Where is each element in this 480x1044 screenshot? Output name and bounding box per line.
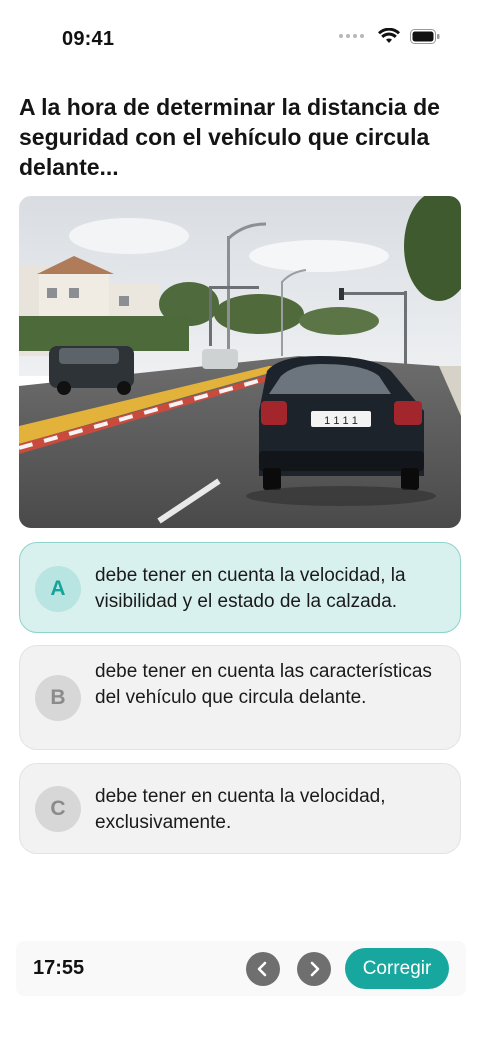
option-text-c: debe tener en cuenta la velocidad, exclu… — [95, 786, 386, 833]
license-plate: 1 1 1 1 — [324, 415, 358, 427]
status-time: 09:41 — [62, 28, 115, 50]
screen: 09:41 A la hora de determinar la distanc… — [0, 0, 480, 1044]
previous-button[interactable] — [246, 952, 280, 986]
signal-dots-icon — [339, 34, 364, 38]
chevron-left-icon — [257, 961, 267, 977]
status-bar: 09:41 — [0, 0, 480, 80]
wifi-icon — [378, 28, 400, 43]
question-image: 1 1 1 1 — [19, 196, 461, 528]
bottom-bar: 17:55 Corregir — [16, 941, 466, 996]
option-text-a: debe tener en cuenta la velocidad, la vi… — [95, 565, 406, 612]
status-icons — [339, 28, 440, 44]
option-text-b: debe tener en cuenta las características… — [95, 661, 432, 708]
correct-button[interactable]: Corregir — [345, 948, 449, 989]
option-letter-a: A — [35, 566, 81, 612]
next-button[interactable] — [297, 952, 331, 986]
question-text: A la hora de determinar la distancia de … — [19, 94, 440, 180]
battery-icon — [410, 28, 440, 44]
answer-option-b[interactable]: B debe tener en cuenta las característic… — [19, 645, 461, 750]
chevron-right-icon — [310, 961, 320, 977]
timer: 17:55 — [33, 957, 85, 979]
option-letter-c: C — [35, 786, 81, 832]
option-letter-b: B — [35, 675, 81, 721]
answer-option-c[interactable]: C debe tener en cuenta la velocidad, exc… — [19, 763, 461, 854]
answer-option-a[interactable]: A debe tener en cuenta la velocidad, la … — [19, 542, 461, 633]
